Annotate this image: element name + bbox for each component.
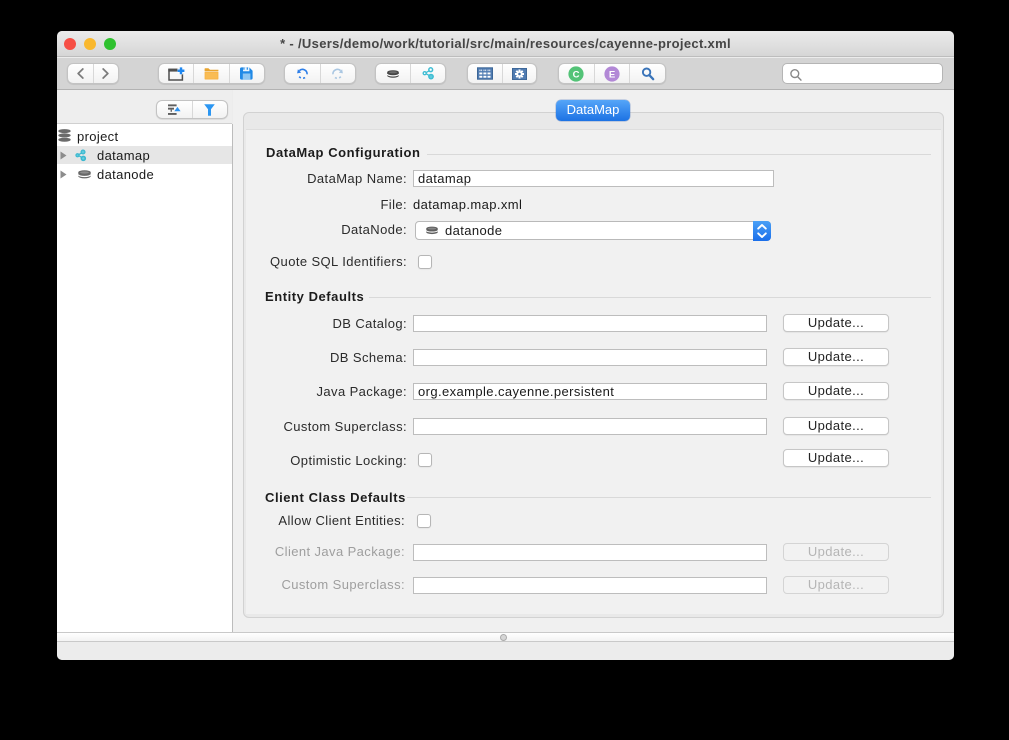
svg-text:E: E bbox=[609, 69, 615, 80]
svg-text:C: C bbox=[573, 69, 580, 80]
